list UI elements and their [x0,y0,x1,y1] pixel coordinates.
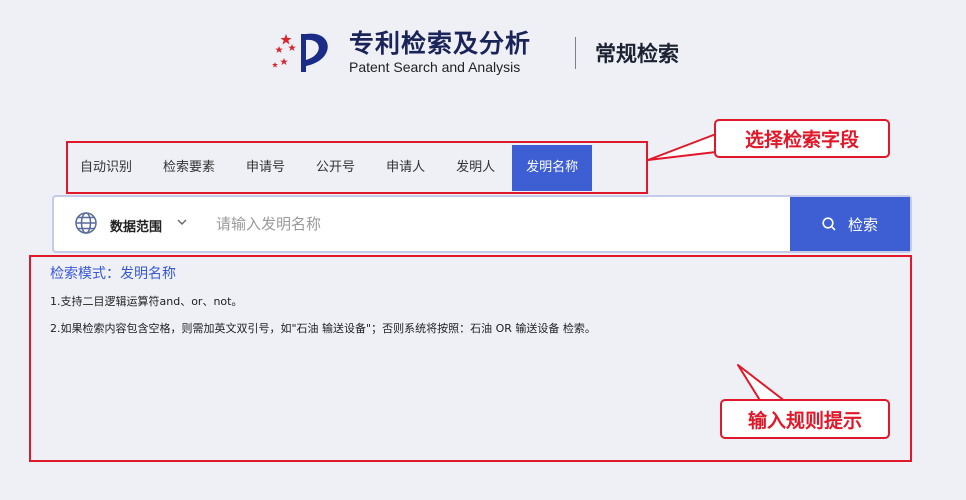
input-rules-callout: 输入规则提示 [720,399,890,439]
search-icon [822,217,836,231]
search-input[interactable] [216,207,776,241]
page-title: 常规检索 [595,42,679,66]
chevron-down-icon[interactable] [176,215,188,229]
globe-icon[interactable] [74,211,98,235]
search-button[interactable]: 检索 [790,197,910,251]
header-divider [575,37,576,69]
search-bar: 数据范围 检索 [52,195,912,253]
tabs-highlight-frame [66,141,648,194]
data-scope-dropdown[interactable]: 数据范围 [110,216,162,235]
brand-name-en: Patent Search and Analysis [349,59,521,75]
patent-office-logo-icon [272,33,328,72]
search-button-label: 检索 [847,216,878,234]
select-field-callout: 选择检索字段 [714,119,890,158]
brand-name-cn: 专利检索及分析 [349,29,532,58]
